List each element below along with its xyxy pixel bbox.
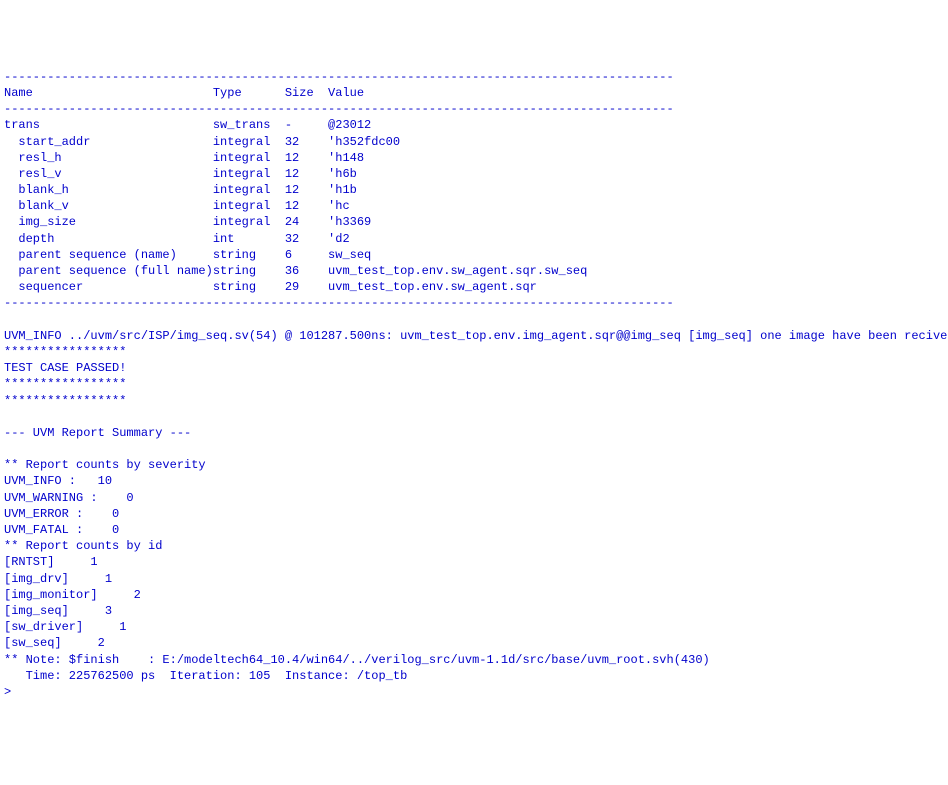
test-case-result: TEST CASE PASSED!	[4, 361, 126, 375]
by-severity-title: ** Report counts by severity	[4, 458, 206, 472]
stars-3: *****************	[4, 394, 126, 408]
summary-title: --- UVM Report Summary ---	[4, 426, 191, 440]
severity-list: UVM_INFO : 10 UVM_WARNING : 0 UVM_ERROR …	[4, 474, 134, 537]
divider-top: ----------------------------------------…	[4, 70, 674, 84]
stars-2: *****************	[4, 377, 126, 391]
stars-1: *****************	[4, 345, 126, 359]
table-body: trans sw_trans - @23012 start_addr integ…	[4, 118, 587, 294]
table-header: Name Type Size Value	[4, 86, 364, 100]
id-list: [RNTST] 1 [img_drv] 1 [img_monitor] 2 [i…	[4, 555, 141, 650]
uvm-info-line: UVM_INFO ../uvm/src/ISP/img_seq.sv(54) @…	[4, 329, 948, 343]
time-line: Time: 225762500 ps Iteration: 105 Instan…	[4, 669, 407, 683]
prompt[interactable]: >	[4, 685, 11, 699]
by-id-title: ** Report counts by id	[4, 539, 162, 553]
divider-header: ----------------------------------------…	[4, 102, 674, 116]
log-output: ----------------------------------------…	[4, 69, 944, 700]
note-finish: ** Note: $finish : E:/modeltech64_10.4/w…	[4, 653, 710, 667]
divider-bottom: ----------------------------------------…	[4, 296, 674, 310]
